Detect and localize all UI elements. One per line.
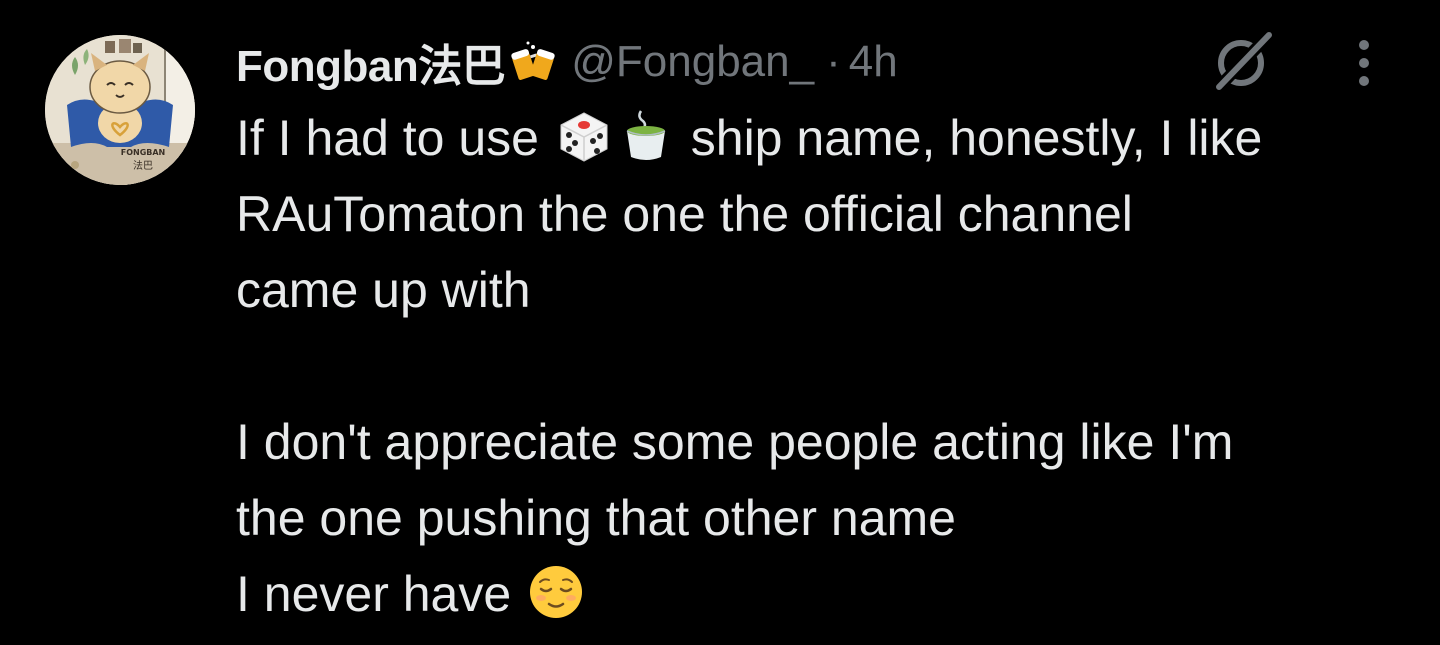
display-name[interactable]: Fongban法巴 <box>236 30 506 94</box>
tweet-text-segment: I never have <box>236 566 526 622</box>
tweet-line-3: came up with <box>236 262 531 318</box>
tweet[interactable]: FONGBAN 法巴 Fongban法巴 @Fongban_ · 4h If I… <box>0 0 1440 645</box>
teacup-icon <box>617 107 675 165</box>
grok-icon <box>1212 30 1274 93</box>
avatar-illustration: FONGBAN 法巴 <box>45 35 195 185</box>
svg-text:FONGBAN: FONGBAN <box>121 148 166 157</box>
relieved-face-icon <box>527 563 585 621</box>
more-vertical-icon <box>1359 40 1369 86</box>
tweet-text-segment: If I had to use <box>236 110 553 166</box>
tweet-line-5: I don't appreciate some people acting li… <box>236 414 1234 470</box>
tweet-header: Fongban法巴 @Fongban_ · 4h <box>236 34 898 91</box>
tweet-line-1: If I had to use ship name, honestly, I l… <box>236 100 1416 176</box>
avatar[interactable]: FONGBAN 法巴 <box>45 35 195 185</box>
timestamp[interactable]: 4h <box>849 37 898 87</box>
user-handle[interactable]: @Fongban_ <box>571 37 814 87</box>
tweet-line-2: RAuTomaton the one the official channel <box>236 186 1133 242</box>
die-icon <box>555 107 613 165</box>
svg-text:法巴: 法巴 <box>133 159 153 172</box>
tweet-line-6: the one pushing that other name <box>236 490 956 546</box>
more-options-button[interactable] <box>1334 30 1394 96</box>
separator-dot: · <box>826 37 841 86</box>
tweet-text: If I had to use ship name, honestly, I l… <box>236 100 1416 632</box>
clinking-beer-mugs-icon <box>509 38 557 86</box>
tweet-line-7: I never have <box>236 556 1416 632</box>
tweet-text-segment: ship name, honestly, I like <box>676 110 1263 166</box>
grok-button[interactable] <box>1208 26 1278 96</box>
